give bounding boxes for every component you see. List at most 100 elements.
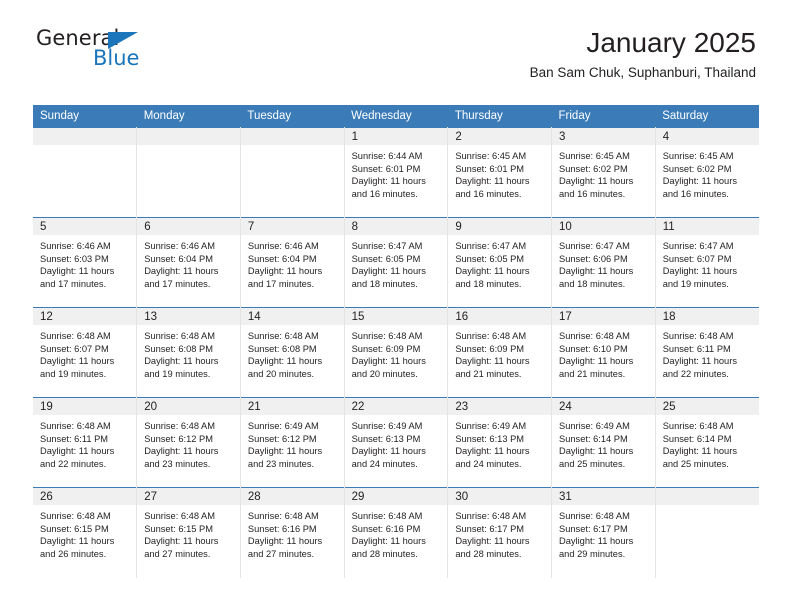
sunrise-time: Sunrise: 6:49 AM [559, 421, 630, 431]
calendar-day-cell[interactable]: 26 Sunrise: 6:48 AM Sunset: 6:15 PM Dayligh… [33, 487, 138, 578]
calendar-day-cell[interactable]: 18 Sunrise: 6:48 AM Sunset: 6:11 PM Dayligh… [655, 307, 759, 398]
general-blue-logo[interactable]: General Blue [36, 28, 236, 84]
daylight-duration-line2: and 25 minutes. [559, 458, 626, 469]
daylight-duration-line2: and 16 minutes. [559, 188, 626, 199]
calendar-day-cell[interactable]: 14 Sunrise: 6:48 AM Sunset: 6:08 PM Dayligh… [240, 307, 345, 398]
day-number: 7 [240, 218, 344, 235]
daylight-duration-line1: Daylight: 11 hours [662, 446, 737, 457]
sunrise-time: Sunrise: 6:48 AM [662, 421, 734, 431]
calendar-day-cell[interactable]: 17 Sunrise: 6:48 AM Sunset: 6:10 PM Dayligh… [551, 307, 656, 398]
calendar-day-cell[interactable]: 25 Sunrise: 6:48 AM Sunset: 6:14 PM Dayligh… [655, 397, 759, 488]
sunrise-time: Sunrise: 6:49 AM [351, 421, 423, 431]
calendar-day-cell[interactable]: 7 Sunrise: 6:46 AM Sunset: 6:04 PM Daylight… [240, 217, 345, 308]
day-sun-info: Sunrise: 6:45 AM Sunset: 6:01 PM Daylight:… [448, 145, 550, 200]
day-sun-info: Sunrise: 6:48 AM Sunset: 6:16 PM Daylight:… [241, 505, 343, 560]
calendar-day-cell[interactable]: 29 Sunrise: 6:48 AM Sunset: 6:16 PM Dayligh… [344, 487, 449, 578]
sunset-time: Sunset: 6:02 PM [662, 163, 732, 174]
daylight-duration-line1: Daylight: 11 hours [144, 446, 219, 457]
calendar-day-cell[interactable]: 9 Sunrise: 6:47 AM Sunset: 6:05 PM Daylight… [447, 217, 553, 308]
calendar-day-cell[interactable]: 31 Sunrise: 6:48 AM Sunset: 6:17 PM Dayligh… [551, 487, 656, 578]
daylight-duration-line2: and 18 minutes. [351, 278, 418, 289]
calendar-day-cell[interactable]: 30 Sunrise: 6:48 AM Sunset: 6:17 PM Dayligh… [447, 487, 553, 578]
calendar-day-cell[interactable]: 16 Sunrise: 6:48 AM Sunset: 6:09 PM Dayligh… [447, 307, 553, 398]
calendar-day-cell[interactable]: 24 Sunrise: 6:49 AM Sunset: 6:14 PM Dayligh… [551, 397, 656, 488]
day-sun-info: Sunrise: 6:48 AM Sunset: 6:12 PM Daylight:… [137, 415, 239, 470]
day-number: 17 [552, 308, 655, 325]
day-sun-info: Sunrise: 6:48 AM Sunset: 6:11 PM Daylight:… [656, 325, 759, 380]
sunset-time: Sunset: 6:15 PM [144, 523, 213, 534]
day-sun-info: Sunrise: 6:48 AM Sunset: 6:11 PM Daylight:… [33, 415, 136, 470]
calendar-day-cell[interactable]: 3 Sunrise: 6:45 AM Sunset: 6:02 PM Daylight… [551, 127, 656, 218]
calendar-day-cell[interactable]: 15 Sunrise: 6:48 AM Sunset: 6:09 PM Dayligh… [344, 307, 449, 398]
sunrise-time: Sunrise: 6:45 AM [662, 151, 734, 161]
daylight-duration-line1: Daylight: 11 hours [247, 536, 323, 547]
day-sun-info: Sunrise: 6:48 AM Sunset: 6:14 PM Daylight:… [656, 415, 759, 470]
daylight-duration-line1: Daylight: 11 hours [559, 176, 634, 187]
calendar-week-row: 26 Sunrise: 6:48 AM Sunset: 6:15 PM Dayligh… [33, 487, 759, 578]
sunrise-time: Sunrise: 6:48 AM [559, 331, 630, 341]
calendar-week-row: 5 Sunrise: 6:46 AM Sunset: 6:03 PM Daylight… [33, 217, 759, 308]
day-sun-info: Sunrise: 6:48 AM Sunset: 6:17 PM Daylight:… [552, 505, 654, 560]
daylight-duration-line1: Daylight: 11 hours [40, 356, 115, 367]
sunset-time: Sunset: 6:09 PM [455, 343, 525, 354]
sunset-time: Sunset: 6:09 PM [351, 343, 421, 354]
sunset-time: Sunset: 6:03 PM [40, 253, 109, 264]
day-number: 22 [344, 398, 447, 415]
daylight-duration-line2: and 19 minutes. [662, 278, 729, 289]
daylight-duration-line2: and 23 minutes. [247, 458, 315, 469]
calendar-day-cell[interactable]: 6 Sunrise: 6:46 AM Sunset: 6:04 PM Daylight… [136, 217, 241, 308]
calendar-day-cell[interactable]: 2 Sunrise: 6:45 AM Sunset: 6:01 PM Daylight… [447, 127, 553, 218]
calendar-day-cell[interactable]: 4 Sunrise: 6:45 AM Sunset: 6:02 PM Daylight… [655, 127, 759, 218]
day-number: 11 [655, 218, 759, 235]
calendar-day-cell[interactable]: 27 Sunrise: 6:48 AM Sunset: 6:15 PM Dayligh… [136, 487, 241, 578]
day-number: 13 [137, 308, 240, 325]
calendar-day-cell[interactable]: 11 Sunrise: 6:47 AM Sunset: 6:07 PM Dayligh… [655, 217, 759, 308]
calendar-day-cell[interactable]: 23 Sunrise: 6:49 AM Sunset: 6:13 PM Dayligh… [447, 397, 553, 488]
day-number: 4 [655, 128, 759, 145]
calendar-week-row: 12 Sunrise: 6:48 AM Sunset: 6:07 PM Dayligh… [33, 307, 759, 398]
daylight-duration-line2: and 22 minutes. [40, 458, 107, 469]
calendar-day-cell[interactable]: 8 Sunrise: 6:47 AM Sunset: 6:05 PM Daylight… [344, 217, 449, 308]
daylight-duration-line1: Daylight: 11 hours [455, 266, 530, 277]
calendar-day-cell[interactable]: 5 Sunrise: 6:46 AM Sunset: 6:03 PM Daylight… [33, 217, 138, 308]
daylight-duration-line2: and 23 minutes. [144, 458, 211, 469]
daylight-duration-line2: and 27 minutes. [247, 548, 315, 559]
day-number: 12 [33, 308, 136, 325]
calendar-day-cell[interactable]: 28 Sunrise: 6:48 AM Sunset: 6:16 PM Dayligh… [240, 487, 345, 578]
calendar-day-cell[interactable]: 20 Sunrise: 6:48 AM Sunset: 6:12 PM Dayligh… [136, 397, 241, 488]
calendar-day-cell[interactable]: 1 Sunrise: 6:44 AM Sunset: 6:01 PM Daylight… [344, 127, 449, 218]
day-number: 9 [448, 218, 551, 235]
calendar-body: 1 Sunrise: 6:44 AM Sunset: 6:01 PM Daylight… [33, 127, 759, 578]
daylight-duration-line2: and 20 minutes. [247, 368, 315, 379]
day-sun-info: Sunrise: 6:44 AM Sunset: 6:01 PM Daylight:… [345, 145, 447, 200]
day-sun-info: Sunrise: 6:49 AM Sunset: 6:13 PM Daylight:… [345, 415, 447, 470]
daylight-duration-line1: Daylight: 11 hours [247, 446, 323, 457]
calendar-day-cell[interactable]: 10 Sunrise: 6:47 AM Sunset: 6:06 PM Dayligh… [551, 217, 656, 308]
day-sun-info: Sunrise: 6:49 AM Sunset: 6:13 PM Daylight:… [448, 415, 550, 470]
sunrise-time: Sunrise: 6:47 AM [662, 241, 734, 251]
sunset-time: Sunset: 6:14 PM [559, 433, 628, 444]
sunrise-time: Sunrise: 6:48 AM [144, 421, 216, 431]
calendar-day-cell[interactable]: 19 Sunrise: 6:48 AM Sunset: 6:11 PM Dayligh… [33, 397, 138, 488]
daylight-duration-line1: Daylight: 11 hours [559, 356, 634, 367]
day-sun-info: Sunrise: 6:47 AM Sunset: 6:05 PM Daylight:… [345, 235, 447, 290]
day-number: 5 [33, 218, 136, 235]
calendar-day-cell[interactable]: 22 Sunrise: 6:49 AM Sunset: 6:13 PM Dayligh… [344, 397, 449, 488]
day-number [240, 128, 344, 145]
sunset-time: Sunset: 6:13 PM [351, 433, 421, 444]
daylight-duration-line2: and 28 minutes. [455, 548, 522, 559]
daylight-duration-line2: and 17 minutes. [40, 278, 107, 289]
day-sun-info: Sunrise: 6:47 AM Sunset: 6:07 PM Daylight:… [656, 235, 759, 290]
sunrise-time: Sunrise: 6:47 AM [455, 241, 527, 251]
daylight-duration-line2: and 22 minutes. [662, 368, 729, 379]
calendar-day-cell[interactable]: 21 Sunrise: 6:49 AM Sunset: 6:12 PM Dayligh… [240, 397, 345, 488]
day-number: 10 [552, 218, 655, 235]
daylight-duration-line2: and 24 minutes. [351, 458, 418, 469]
day-sun-info: Sunrise: 6:48 AM Sunset: 6:16 PM Daylight:… [345, 505, 447, 560]
daylight-duration-line2: and 28 minutes. [351, 548, 418, 559]
daylight-duration-line1: Daylight: 11 hours [40, 536, 115, 547]
calendar-day-cell[interactable]: 13 Sunrise: 6:48 AM Sunset: 6:08 PM Dayligh… [136, 307, 241, 398]
calendar-day-cell[interactable]: 12 Sunrise: 6:48 AM Sunset: 6:07 PM Dayligh… [33, 307, 138, 398]
sunset-time: Sunset: 6:04 PM [247, 253, 317, 264]
day-sun-info: Sunrise: 6:48 AM Sunset: 6:07 PM Daylight:… [33, 325, 136, 380]
